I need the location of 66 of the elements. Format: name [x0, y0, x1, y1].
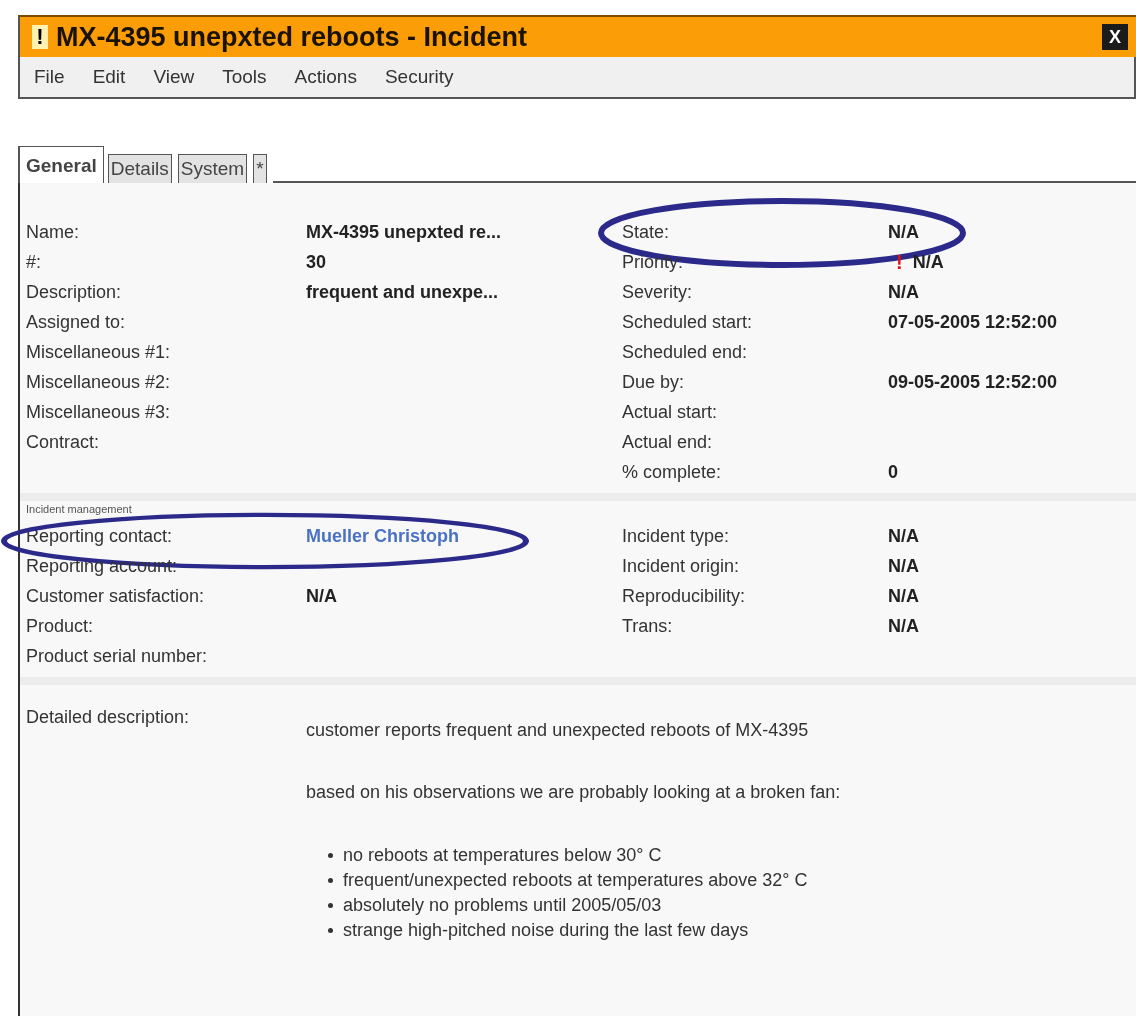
- bullet-icon: [328, 928, 333, 933]
- tab[interactable]: *: [253, 154, 267, 183]
- menu-item[interactable]: View: [153, 66, 195, 88]
- menu-item[interactable]: Edit: [92, 66, 126, 88]
- bullet-text: no reboots at temperatures below 30° C: [343, 845, 662, 866]
- field-label: Assigned to:: [25, 311, 127, 333]
- field-label: Reproducibility:: [621, 585, 747, 607]
- field-label: Due by:: [621, 371, 686, 393]
- field-label: Actual start:: [621, 401, 719, 423]
- field-value: frequent and unexpe...: [306, 281, 499, 303]
- field-label: Trans:: [621, 615, 674, 637]
- menu-item[interactable]: Tools: [222, 66, 267, 88]
- field-label: % complete:: [621, 461, 723, 483]
- field-value: N/A: [888, 525, 919, 547]
- field-label: State:: [621, 221, 671, 243]
- field-label: Detailed description:: [25, 707, 191, 729]
- bullet-text: frequent/unexpected reboots at temperatures above 32° C: [343, 870, 808, 891]
- field-value: 0: [888, 461, 898, 483]
- field-label: Name:: [25, 221, 80, 243]
- field-label: Scheduled start:: [621, 311, 754, 333]
- menu-item[interactable]: Security: [384, 66, 454, 88]
- bullet-text: absolutely no problems until 2005/05/03: [343, 895, 662, 916]
- priority-icon: !: [896, 250, 903, 274]
- field-label: Incident origin:: [621, 555, 741, 577]
- bullet-icon: [328, 853, 333, 858]
- close-button[interactable]: X: [1102, 24, 1128, 50]
- field-value: N/A: [888, 615, 919, 637]
- field-label: Actual end:: [621, 431, 714, 453]
- contact-link[interactable]: Mueller Christoph: [306, 525, 459, 547]
- field-value: N/A: [888, 555, 919, 577]
- menu-item[interactable]: File: [34, 66, 65, 88]
- bullet-icon: [328, 903, 333, 908]
- field-label: #:: [25, 251, 42, 273]
- description-paragraph: based on his observations we are probably looking at a broken fan:: [306, 781, 841, 803]
- field-label: Customer satisfaction:: [25, 585, 206, 607]
- menu-item[interactable]: Actions: [294, 66, 357, 88]
- field-value: N/A: [888, 221, 919, 243]
- field-label: Product:: [25, 615, 95, 637]
- field-value: N/A: [912, 251, 944, 273]
- tab[interactable]: General: [18, 146, 104, 183]
- field-label: Miscellaneous #3:: [25, 401, 172, 423]
- description-paragraph: customer reports frequent and unexpected reboots of MX-4395: [306, 719, 810, 741]
- field-value: 30: [306, 251, 327, 273]
- field-value: 07-05-2005 12:52:00: [888, 311, 1058, 333]
- field-label: Description:: [25, 281, 123, 303]
- field-value: 09-05-2005 12:52:00: [888, 371, 1058, 393]
- window-title: MX-4395 unepxted reboots - Incident: [56, 21, 529, 53]
- field-label: Contract:: [25, 431, 101, 453]
- field-value: N/A: [888, 585, 919, 607]
- field-label: Incident type:: [621, 525, 731, 547]
- field-value: MX-4395 unepxted re...: [306, 221, 502, 243]
- field-value: N/A: [888, 281, 919, 303]
- field-label: Product serial number:: [25, 645, 209, 667]
- field-label: Reporting contact:: [25, 525, 174, 547]
- field-label: Miscellaneous #2:: [25, 371, 172, 393]
- alert-icon: !: [32, 25, 48, 49]
- field-label: Priority:: [621, 251, 684, 273]
- section-label: Incident management: [25, 502, 133, 517]
- tab[interactable]: Details: [107, 154, 172, 183]
- field-label: Scheduled end:: [621, 341, 749, 363]
- field-label: Miscellaneous #1:: [25, 341, 172, 363]
- bullet-icon: [328, 878, 333, 883]
- tab[interactable]: System: [177, 154, 248, 183]
- bullet-text: strange high-pitched noise during the last few days: [343, 920, 749, 941]
- field-value: N/A: [306, 585, 337, 607]
- field-label: Severity:: [621, 281, 694, 303]
